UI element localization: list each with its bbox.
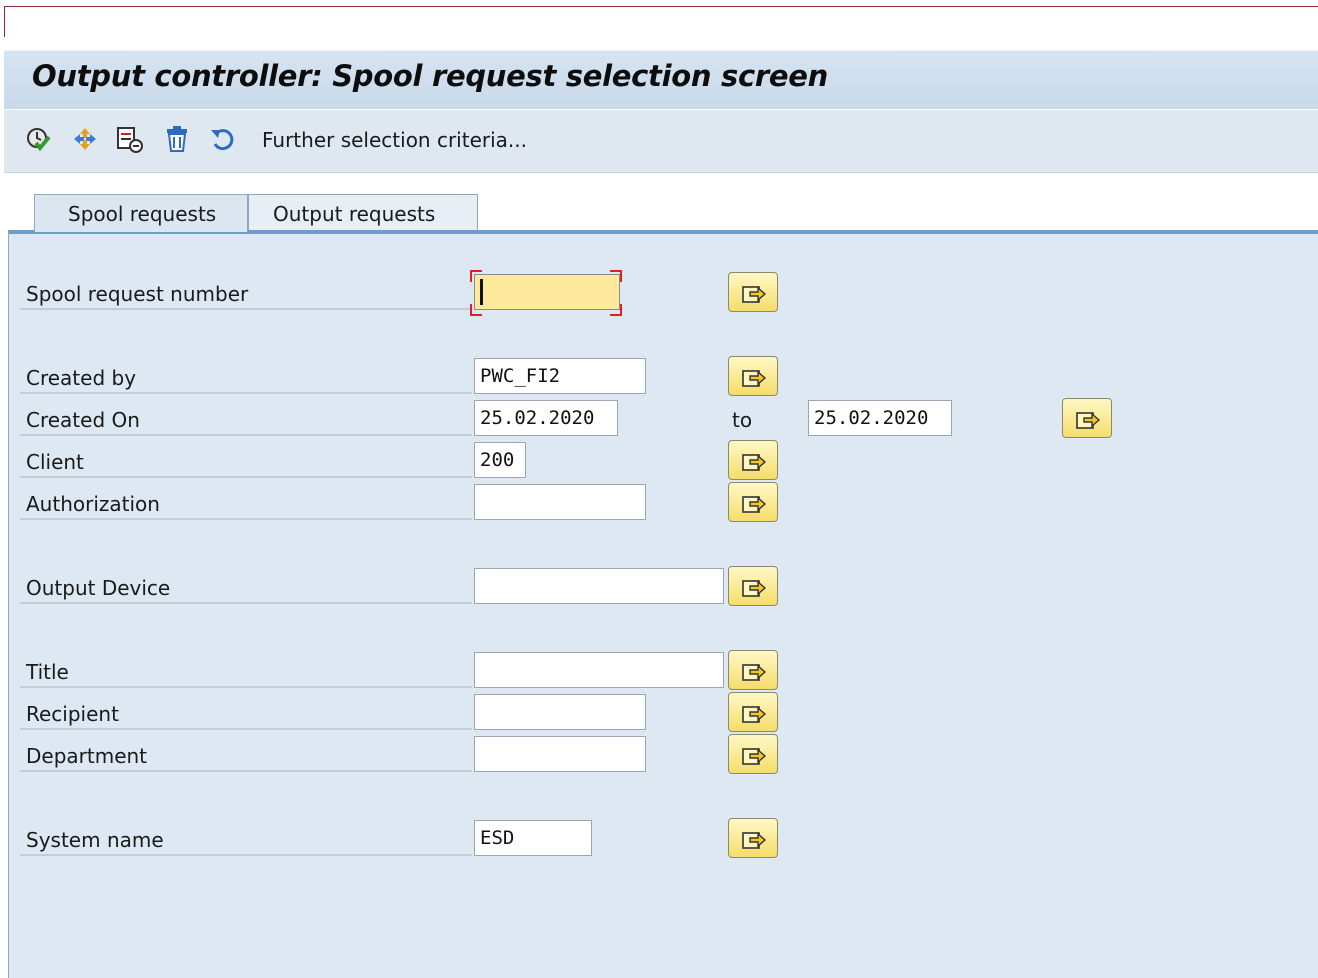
authorization-multiple-selection-button[interactable]: [728, 482, 778, 522]
output-device-input[interactable]: [474, 568, 724, 604]
output-device-multiple-selection-button[interactable]: [728, 566, 778, 606]
tab-label: Output requests: [273, 202, 436, 226]
spool-request-number-multiple-selection-button[interactable]: [728, 272, 778, 312]
client-label: Client: [20, 446, 472, 478]
delete-icon[interactable]: [162, 124, 192, 154]
output-device-label: Output Device: [20, 572, 472, 604]
spool-request-number-input[interactable]: [474, 274, 620, 310]
authorization-input[interactable]: [474, 484, 646, 520]
client-multiple-selection-button[interactable]: [728, 440, 778, 480]
authorization-label: Authorization: [20, 488, 472, 520]
created-by-label: Created by: [20, 362, 472, 394]
get-variant-icon[interactable]: [70, 124, 100, 154]
multiple-selection-arrow-icon: [742, 664, 767, 681]
multiple-selection-arrow-icon: [742, 706, 767, 723]
created-on-label: Created On: [20, 404, 472, 436]
created-by-multiple-selection-button[interactable]: [728, 356, 778, 396]
created-on-to-input[interactable]: 25.02.2020: [808, 400, 952, 436]
created-on-multiple-selection-button[interactable]: [1062, 398, 1112, 438]
department-label: Department: [20, 740, 472, 772]
client-input[interactable]: 200: [474, 442, 526, 478]
created-on-to-label: to: [732, 408, 753, 432]
tab-spool-requests[interactable]: Spool requests: [34, 194, 248, 232]
recipient-input[interactable]: [474, 694, 646, 730]
recipient-multiple-selection-button[interactable]: [728, 692, 778, 732]
selection-options-icon[interactable]: [114, 124, 144, 154]
department-multiple-selection-button[interactable]: [728, 734, 778, 774]
text-cursor: [480, 279, 483, 305]
system-name-label: System name: [20, 824, 472, 856]
system-name-input[interactable]: ESD: [474, 820, 592, 856]
recipient-label: Recipient: [20, 698, 472, 730]
multiple-selection-arrow-icon: [742, 286, 767, 303]
department-input[interactable]: [474, 736, 646, 772]
title-label: Title: [20, 656, 472, 688]
further-selection-criteria-button[interactable]: Further selection criteria...: [262, 128, 527, 152]
undo-icon[interactable]: [208, 124, 238, 154]
tab-output-requests[interactable]: Output requests: [248, 194, 478, 232]
system-name-multiple-selection-button[interactable]: [728, 818, 778, 858]
multiple-selection-arrow-icon: [742, 748, 767, 765]
tab-label: Spool requests: [68, 202, 217, 226]
window-frame: [4, 6, 1318, 37]
spool-request-number-label: Spool request number: [20, 278, 472, 310]
multiple-selection-arrow-icon: [742, 580, 767, 597]
title-multiple-selection-button[interactable]: [728, 650, 778, 690]
execute-icon[interactable]: [24, 124, 54, 154]
multiple-selection-arrow-icon: [742, 454, 767, 471]
title-input[interactable]: [474, 652, 724, 688]
multiple-selection-arrow-icon: [742, 832, 767, 849]
multiple-selection-arrow-icon: [742, 496, 767, 513]
multiple-selection-arrow-icon: [1076, 412, 1101, 429]
title-bar: Output controller: Spool request selecti…: [4, 50, 1318, 109]
created-on-from-input[interactable]: 25.02.2020: [474, 400, 618, 436]
multiple-selection-arrow-icon: [742, 370, 767, 387]
created-by-input[interactable]: PWC_FI2: [474, 358, 646, 394]
application-toolbar: Further selection criteria...: [4, 110, 1318, 173]
page-title: Output controller: Spool request selecti…: [32, 59, 828, 93]
selection-panel: [8, 230, 1318, 978]
